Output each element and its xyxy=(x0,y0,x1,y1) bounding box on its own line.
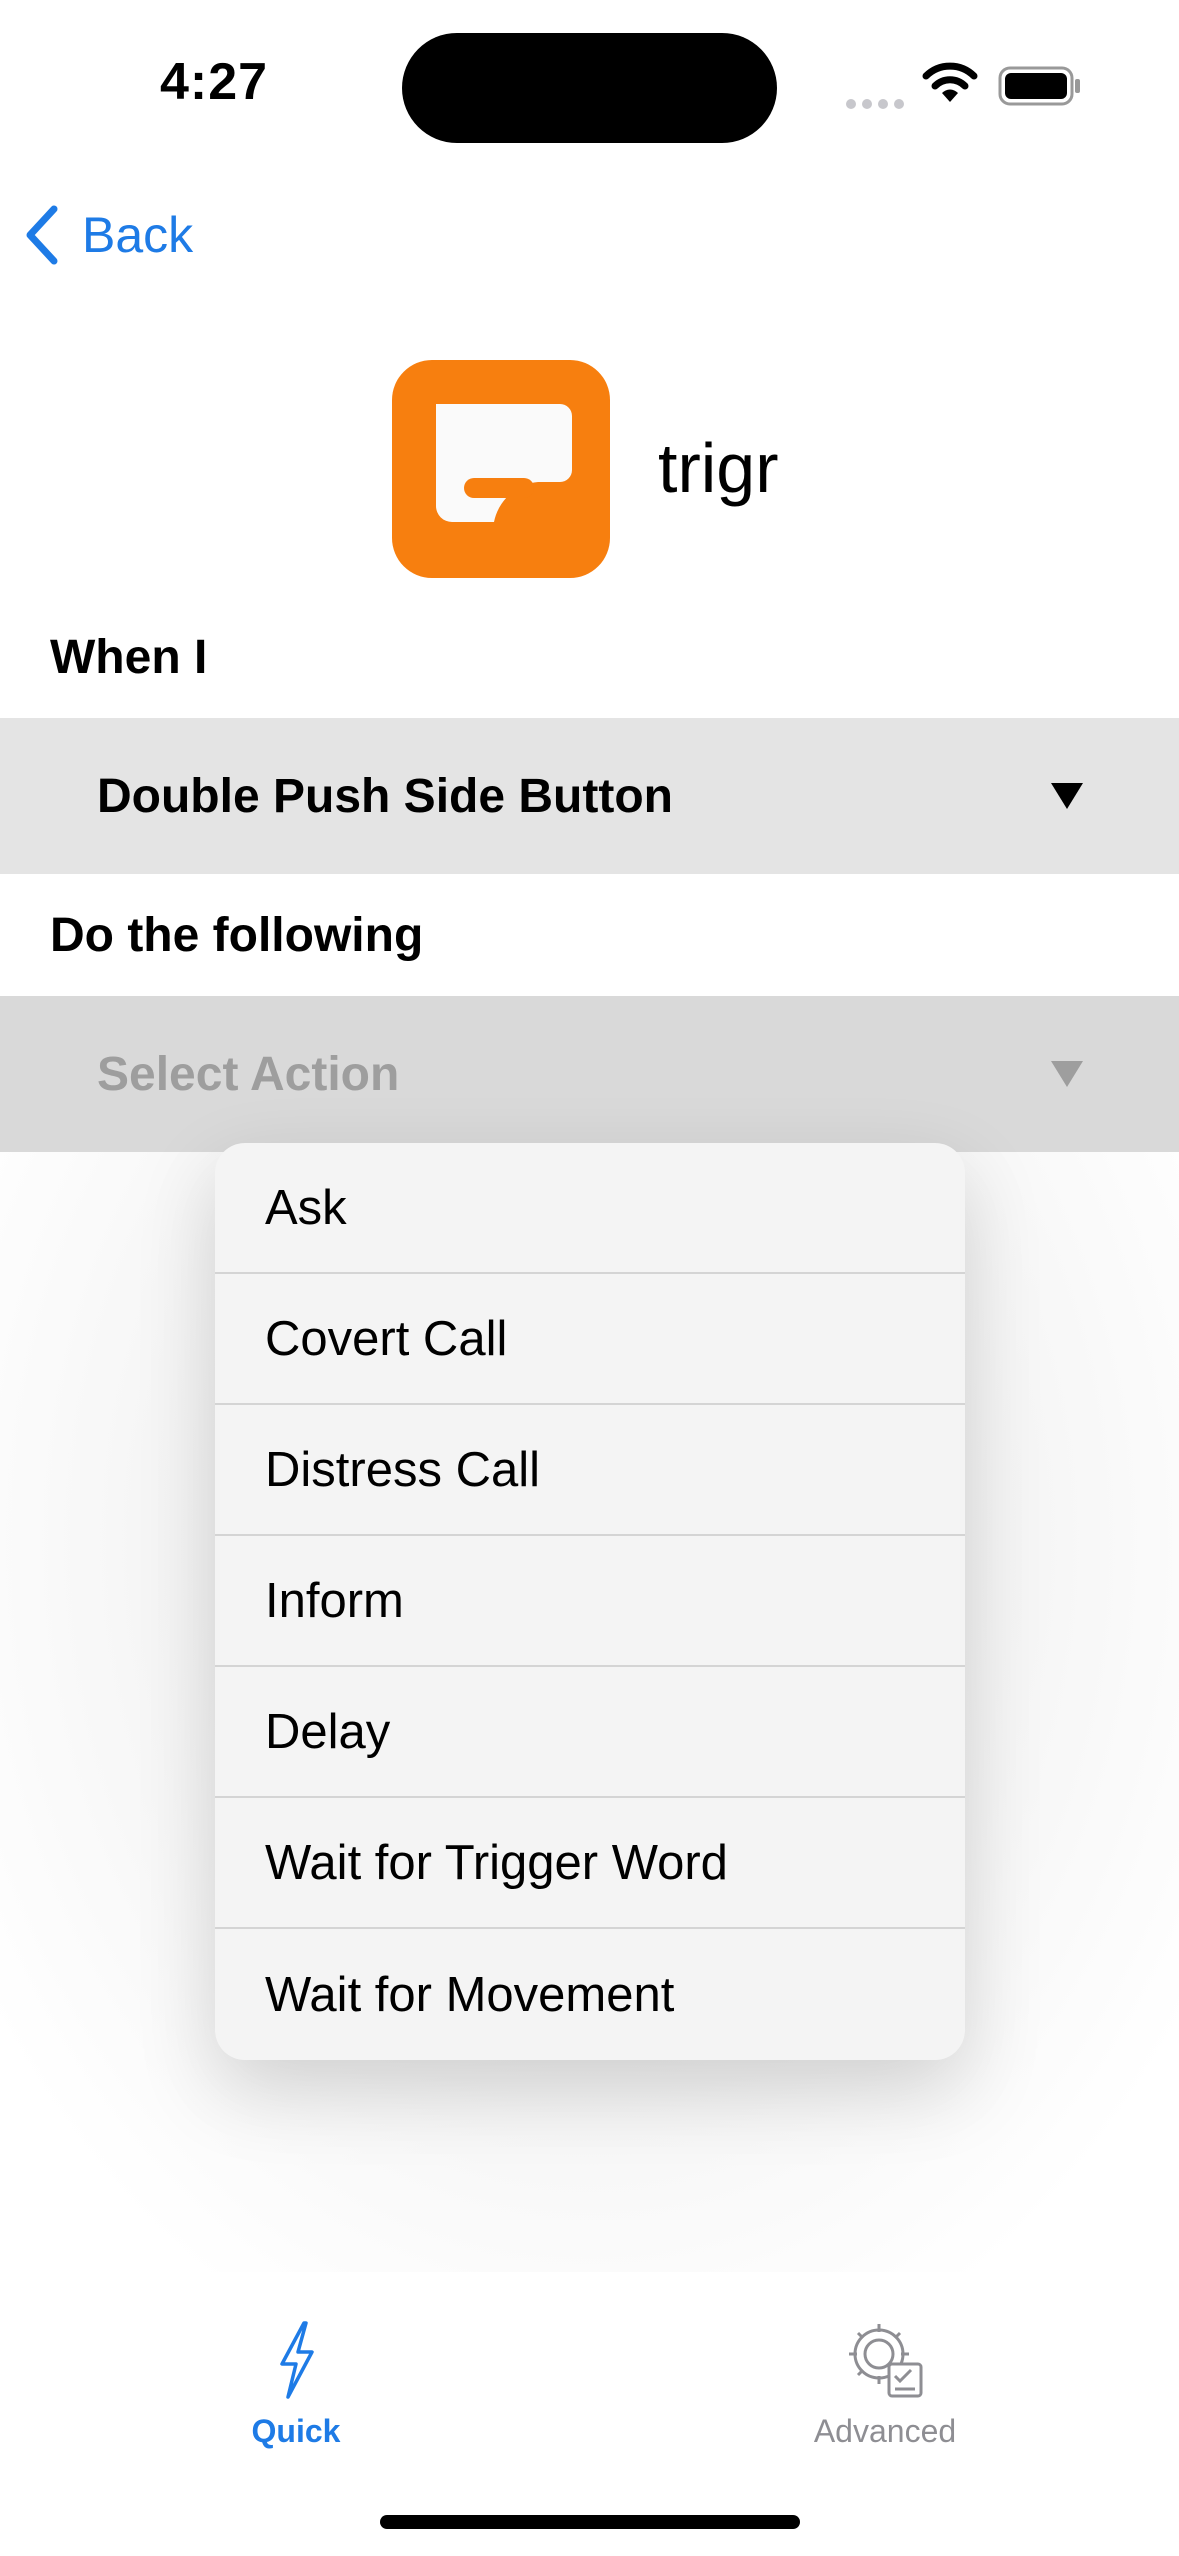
back-button[interactable]: Back xyxy=(24,205,193,265)
dropdown-arrow-icon xyxy=(1051,783,1083,809)
tab-advanced[interactable]: Advanced xyxy=(770,2320,1000,2450)
app-header: trigr xyxy=(392,360,892,580)
wifi-icon xyxy=(922,62,978,102)
menu-item-delay[interactable]: Delay xyxy=(215,1667,965,1798)
dropdown-arrow-icon xyxy=(1051,1061,1083,1087)
chevron-left-icon xyxy=(26,205,58,265)
action-select[interactable]: Select Action xyxy=(0,996,1179,1152)
back-label: Back xyxy=(82,207,194,263)
menu-item-inform[interactable]: Inform xyxy=(215,1536,965,1667)
tab-quick-label: Quick xyxy=(251,2413,341,2449)
dynamic-island xyxy=(402,33,777,143)
action-section-label: Do the following xyxy=(50,909,424,962)
tab-advanced-label: Advanced xyxy=(813,2413,957,2449)
home-indicator[interactable] xyxy=(380,2515,800,2529)
menu-item-covert-call[interactable]: Covert Call xyxy=(215,1274,965,1405)
menu-item-wait-for-movement[interactable]: Wait for Movement xyxy=(215,1929,965,2060)
trigger-section-label: When I xyxy=(50,631,208,684)
gear-checklist-icon xyxy=(849,2324,923,2398)
action-select-placeholder: Select Action xyxy=(97,1047,400,1101)
tab-bar: Quick Advanced xyxy=(0,2300,1179,2460)
lightning-icon xyxy=(280,2321,314,2399)
tab-quick[interactable]: Quick xyxy=(196,2320,396,2450)
menu-item-distress-call[interactable]: Distress Call xyxy=(215,1405,965,1536)
menu-item-wait-for-trigger-word[interactable]: Wait for Trigger Word xyxy=(215,1798,965,1929)
menu-item-ask[interactable]: Ask xyxy=(215,1143,965,1274)
action-dropdown-menu: Ask Covert Call Distress Call Inform Del… xyxy=(215,1143,965,2060)
signal-dots-icon xyxy=(846,96,910,114)
trigger-select[interactable]: Double Push Side Button xyxy=(0,718,1179,874)
app-name: trigr xyxy=(658,429,779,507)
status-time: 4:27 xyxy=(160,53,269,111)
status-bar: 4:27 xyxy=(0,0,1179,170)
battery-icon xyxy=(998,66,1080,106)
app-logo-icon xyxy=(392,360,610,578)
trigger-select-value: Double Push Side Button xyxy=(97,769,673,823)
